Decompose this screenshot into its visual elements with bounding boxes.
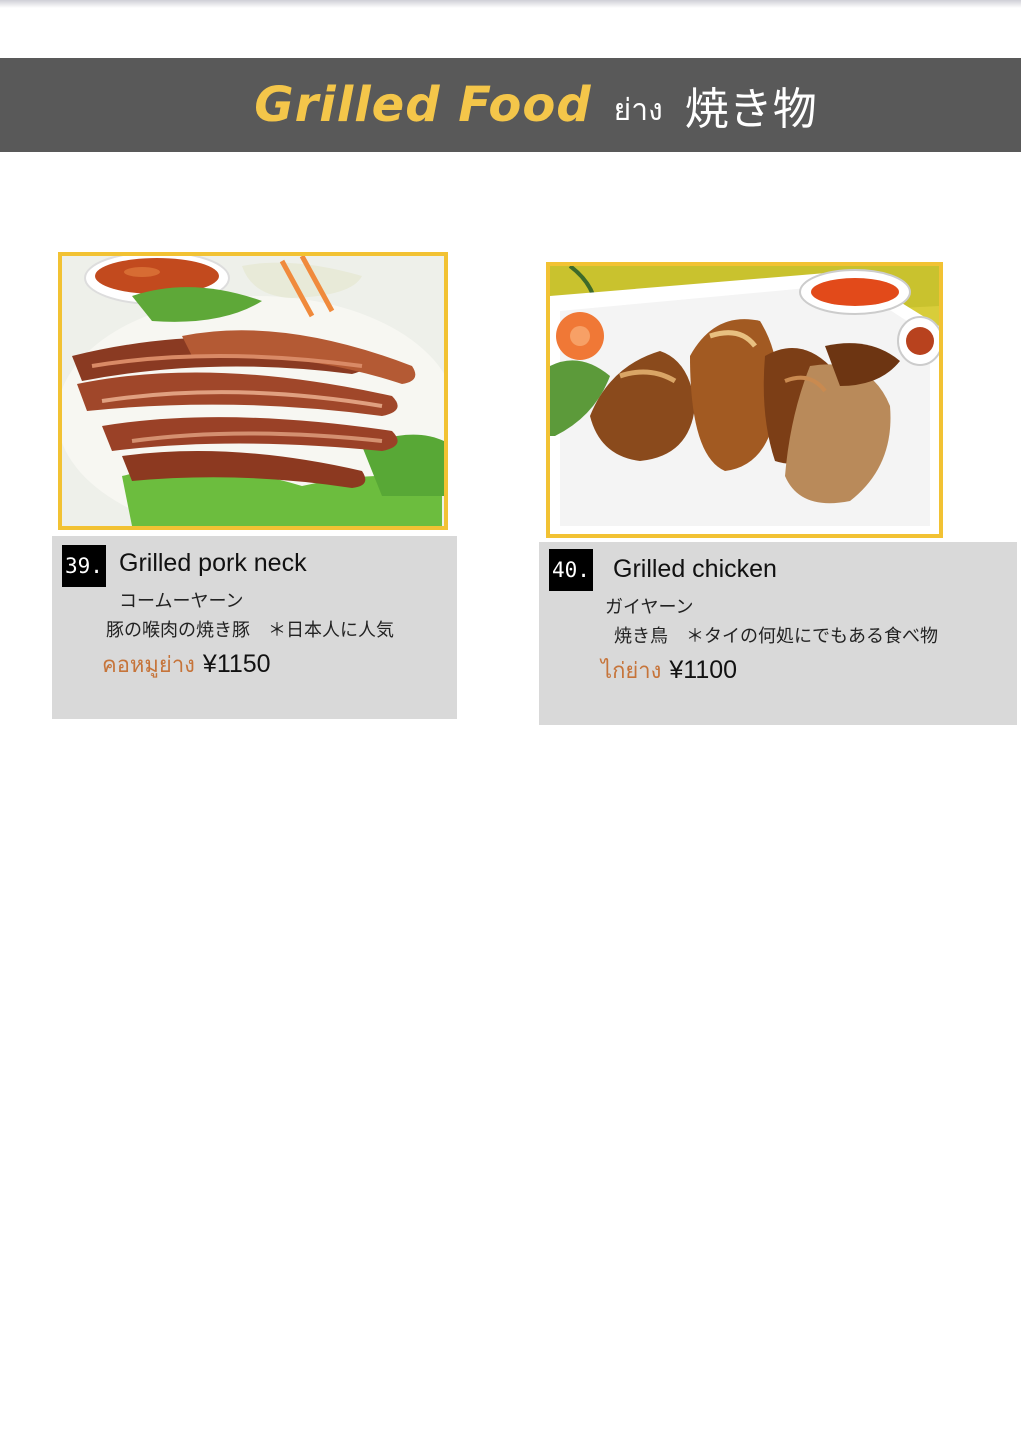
- grilled-chicken-photo: [546, 262, 943, 538]
- section-title-japanese: 焼き物: [684, 84, 817, 135]
- item-price: ¥1150: [202, 650, 271, 678]
- item-description-japanese: 豚の喉肉の焼き豚 ＊日本人に人気: [106, 620, 394, 641]
- section-title-thai: ย่าง: [613, 92, 663, 128]
- page-top-edge: [0, 0, 1021, 8]
- item-number-badge: 39.: [62, 545, 106, 587]
- item-name-japanese-reading: ガイヤーン: [605, 597, 694, 618]
- item-name-english: Grilled chicken: [613, 555, 777, 583]
- item-price-line: ไก่ย่าง ¥1100: [601, 653, 737, 688]
- item-name-english: Grilled pork neck: [119, 549, 307, 577]
- grilled-pork-neck-photo: [58, 252, 448, 530]
- item-name-thai: คอหมูย่าง: [102, 653, 195, 678]
- item-name-thai: ไก่ย่าง: [601, 659, 662, 684]
- section-header: Grilled Food ย่าง 焼き物: [0, 58, 1021, 152]
- item-price-line: คอหมูย่าง ¥1150: [102, 647, 271, 682]
- section-title: Grilled Food ย่าง 焼き物: [0, 58, 1021, 152]
- item-description-japanese: 焼き鳥 ＊タイの何処にでもある食べ物: [614, 626, 938, 647]
- menu-item-39-details: 39. Grilled pork neck コームーヤーン 豚の喉肉の焼き豚 ＊…: [52, 536, 457, 719]
- menu-item-40-details: 40. Grilled chicken ガイヤーン 焼き鳥 ＊タイの何処にでもあ…: [539, 542, 1017, 725]
- item-name-japanese-reading: コームーヤーン: [119, 591, 244, 612]
- item-price: ¥1100: [669, 656, 738, 684]
- section-title-english: Grilled Food: [254, 77, 592, 133]
- item-number-badge: 40.: [549, 549, 593, 591]
